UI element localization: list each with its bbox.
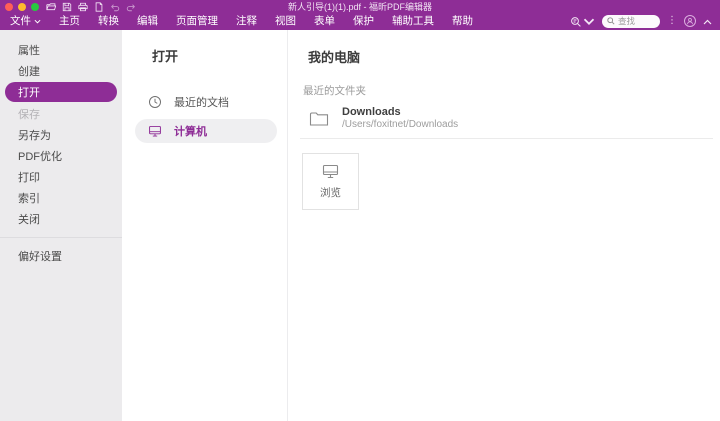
find-replace-icon[interactable] [570,16,595,27]
window-header: 新人引导(1)(1).pdf - 福昕PDF编辑器 文件 主页 转换 编辑 页面… [0,0,720,30]
sidebar-item-open[interactable]: 打开 [5,82,117,102]
panel-divider [300,138,713,139]
sidebar-item-close[interactable]: 关闭 [0,208,122,229]
open-item-recent-documents[interactable]: 最近的文档 [135,90,277,114]
open-item-label: 计算机 [174,123,207,139]
menu-convert[interactable]: 转换 [89,14,128,28]
sidebar-item-preferences[interactable]: 偏好设置 [0,245,122,266]
new-document-icon[interactable] [93,2,104,13]
search-icon [607,17,615,25]
menu-edit[interactable]: 编辑 [128,14,167,28]
recent-folder-downloads[interactable]: Downloads /Users/foxitnet/Downloads [309,105,720,131]
folder-path: /Users/foxitnet/Downloads [342,119,458,131]
menu-file-label: 文件 [10,14,31,28]
open-item-label: 最近的文档 [174,94,229,110]
sidebar-item-properties[interactable]: 属性 [0,39,122,60]
close-window-button[interactable] [5,3,13,11]
titlebar: 新人引导(1)(1).pdf - 福昕PDF编辑器 [0,0,720,14]
account-icon[interactable] [684,15,696,27]
recent-folders-label: 最近的文件夹 [303,83,720,98]
sidebar-item-create[interactable]: 创建 [0,60,122,81]
search-input[interactable] [618,16,655,26]
browse-label: 浏览 [320,185,341,200]
menu-comment[interactable]: 注释 [227,14,266,28]
clock-icon [148,95,162,109]
computer-icon [148,124,162,138]
open-folder-icon[interactable] [45,2,56,13]
save-icon[interactable] [61,2,72,13]
file-sidebar: 属性 创建 打开 保存 另存为 PDF优化 打印 索引 关闭 偏好设置 [0,30,122,421]
menu-protect[interactable]: 保护 [344,14,383,28]
sidebar-item-save-as[interactable]: 另存为 [0,124,122,145]
search-box[interactable] [602,15,660,28]
folder-icon [309,110,329,127]
open-location-list: 最近的文档 计算机 [122,90,287,143]
open-panel: 打开 最近的文档 计算机 [122,30,288,421]
open-item-computer[interactable]: 计算机 [135,119,277,143]
browse-button[interactable]: 浏览 [302,153,359,210]
menu-bar: 文件 主页 转换 编辑 页面管理 注释 视图 表单 保护 辅助工具 帮助 [0,14,720,30]
traffic-lights [5,3,39,11]
collapse-toolbar-icon[interactable] [703,12,712,30]
menu-form[interactable]: 表单 [305,14,344,28]
my-computer-title: 我的电脑 [308,47,720,66]
chevron-down-icon [583,16,595,27]
menu-file[interactable]: 文件 [10,14,50,28]
undo-icon[interactable] [109,2,120,13]
folder-name: Downloads [342,106,458,119]
sidebar-item-index[interactable]: 索引 [0,187,122,208]
chevron-down-icon [34,19,41,24]
menu-accessibility[interactable]: 辅助工具 [383,14,443,28]
folder-info: Downloads /Users/foxitnet/Downloads [342,106,458,131]
sidebar-divider [0,237,122,238]
more-options-icon[interactable]: ⋮ [667,16,677,26]
sidebar-item-pdf-optimize[interactable]: PDF优化 [0,145,122,166]
redo-icon[interactable] [125,2,136,13]
zoom-window-button[interactable] [31,3,39,11]
quick-access-toolbar [45,2,136,13]
open-panel-title: 打开 [152,46,287,65]
menubar-right-tools: ⋮ [570,12,712,30]
sidebar-item-print[interactable]: 打印 [0,166,122,187]
menu-page-management[interactable]: 页面管理 [167,14,227,28]
backstage-view: 属性 创建 打开 保存 另存为 PDF优化 打印 索引 关闭 偏好设置 打开 最… [0,30,720,421]
minimize-window-button[interactable] [18,3,26,11]
menu-view[interactable]: 视图 [266,14,305,28]
sidebar-item-save: 保存 [0,103,122,124]
my-computer-panel: 我的电脑 最近的文件夹 Downloads /Users/foxitnet/Do… [288,30,720,421]
computer-icon [322,164,339,179]
print-icon[interactable] [77,2,88,13]
foxit-pdf-editor-window: 新人引导(1)(1).pdf - 福昕PDF编辑器 文件 主页 转换 编辑 页面… [0,0,720,421]
menu-home[interactable]: 主页 [50,14,89,28]
menu-help[interactable]: 帮助 [443,14,482,28]
